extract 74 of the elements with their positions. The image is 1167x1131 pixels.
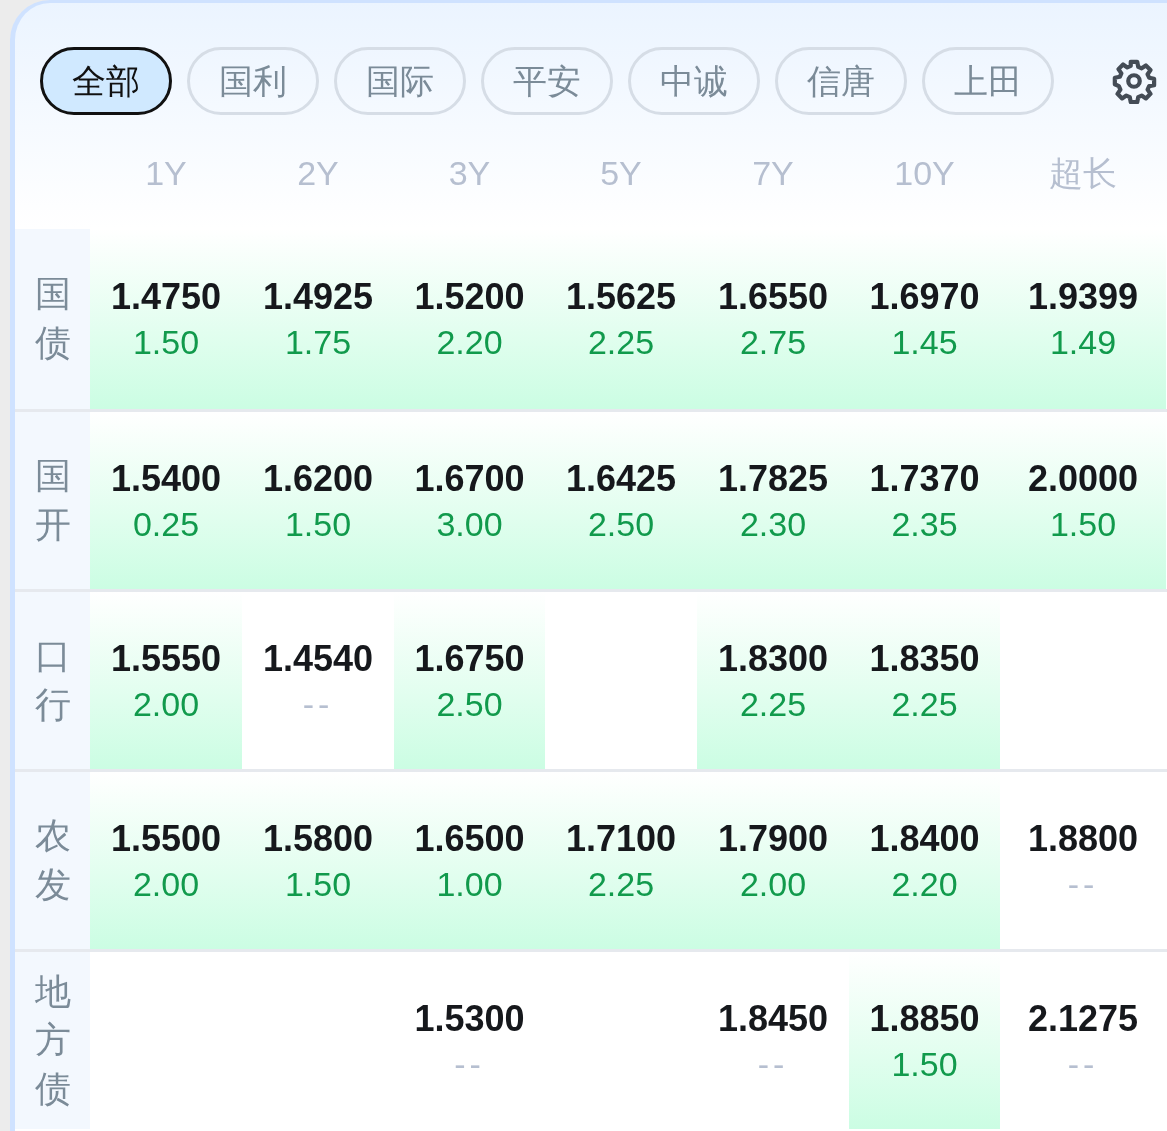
rate-value: 1.4750	[110, 279, 222, 315]
change-value: 1.50	[891, 1046, 958, 1081]
rate-value: 1.5500	[110, 820, 222, 857]
change-value: 1.75	[284, 325, 352, 359]
change-value: 1.45	[891, 325, 958, 359]
change-value: 2.25	[739, 686, 807, 721]
change-value: --	[1067, 1046, 1099, 1081]
rate-value: 1.6750	[414, 640, 525, 677]
rate-value: 1.6550	[717, 279, 829, 315]
rate-value: 1.6970	[869, 279, 980, 315]
change-value: --	[454, 1046, 485, 1081]
change-value: 2.50	[587, 506, 655, 541]
rate-value: 1.7370	[869, 460, 980, 497]
row-label: 国债	[15, 229, 90, 409]
rate-value: 1.7900	[717, 820, 829, 857]
change-value: 2.20	[891, 866, 958, 901]
column-header: 10Y	[894, 152, 955, 194]
change-value: 2.50	[436, 686, 503, 721]
row-label: 口行	[15, 592, 90, 769]
column-header: 2Y	[297, 152, 339, 194]
change-value: 1.50	[1049, 506, 1117, 541]
change-value: 1.00	[436, 866, 503, 901]
change-value: 0.25	[132, 506, 200, 541]
rate-value: 1.5200	[414, 279, 525, 315]
column-header: 5Y	[600, 152, 642, 194]
rate-value: 1.5625	[565, 279, 677, 315]
row-label: 地方债	[15, 952, 90, 1129]
column-header: 3Y	[448, 152, 491, 194]
rate-value: 1.6425	[565, 460, 677, 497]
change-value: 2.25	[587, 325, 655, 359]
rate-value: 1.5400	[110, 460, 222, 497]
change-value: --	[757, 1046, 789, 1081]
change-value: 2.00	[739, 866, 807, 901]
rate-value: 1.8800	[1027, 820, 1139, 857]
rate-value: 1.5300	[414, 1000, 525, 1037]
rate-value: 2.0000	[1027, 460, 1139, 497]
change-value: 1.50	[284, 866, 352, 901]
change-value: 2.20	[436, 325, 503, 359]
change-value: 1.50	[284, 506, 352, 541]
rate-value: 1.8450	[717, 1000, 829, 1037]
row-label: 农发	[15, 772, 90, 949]
rate-value: 1.4925	[262, 279, 374, 315]
rate-value: 1.6700	[414, 460, 525, 497]
rate-value: 1.6500	[414, 820, 525, 857]
rate-value: 1.8850	[869, 1000, 980, 1037]
settings-icon[interactable]	[1111, 58, 1157, 104]
change-value: 2.75	[739, 325, 807, 359]
change-value: 2.25	[587, 866, 655, 901]
column-header: 超长	[1049, 152, 1117, 194]
filter-tab[interactable]: 全部	[40, 47, 172, 115]
rate-value: 1.8300	[717, 640, 829, 677]
row-label: 国开	[15, 412, 90, 589]
change-value: 3.00	[436, 506, 503, 541]
change-value: --	[302, 686, 334, 721]
rate-value: 1.6200	[262, 460, 374, 497]
rate-value: 1.7825	[717, 460, 829, 497]
rate-value: 1.7100	[565, 820, 677, 857]
rate-value: 2.1275	[1027, 1000, 1139, 1037]
change-value: 2.00	[132, 686, 200, 721]
column-header: 7Y	[752, 152, 794, 194]
change-value: 2.00	[132, 866, 200, 901]
rate-value: 1.4540	[262, 640, 374, 677]
rate-value: 1.9399	[1027, 279, 1139, 315]
rate-value: 1.5800	[262, 820, 374, 857]
change-value: 2.30	[739, 506, 807, 541]
rate-value: 1.5550	[110, 640, 222, 677]
change-value: --	[1067, 866, 1099, 901]
change-value: 1.50	[132, 325, 200, 359]
column-header: 1Y	[145, 152, 187, 194]
change-value: 2.25	[891, 686, 958, 721]
change-value: 2.35	[891, 506, 958, 541]
rate-value: 1.8350	[869, 640, 980, 677]
change-value: 1.49	[1049, 325, 1117, 359]
rate-value: 1.8400	[869, 820, 980, 857]
